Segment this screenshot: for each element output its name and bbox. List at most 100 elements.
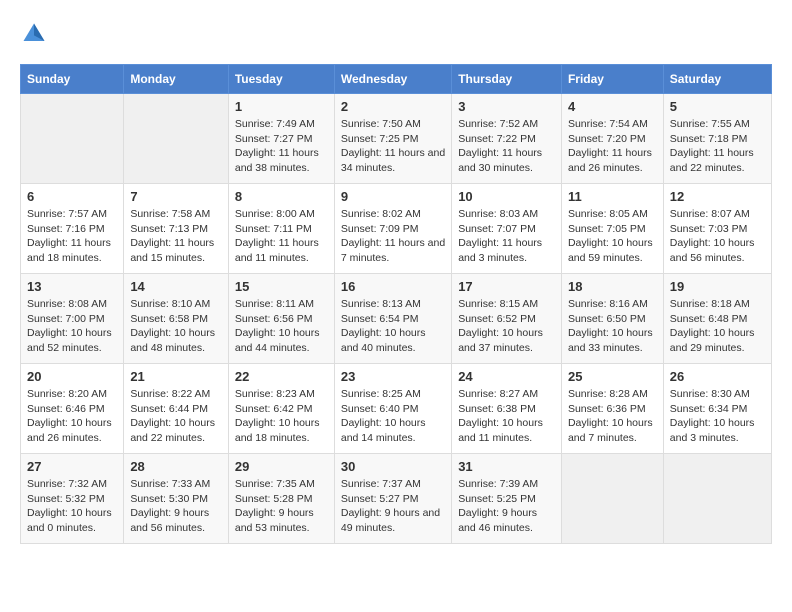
- day-number: 28: [130, 459, 222, 474]
- day-info: Sunrise: 8:10 AM Sunset: 6:58 PM Dayligh…: [130, 297, 222, 356]
- day-info: Sunrise: 7:57 AM Sunset: 7:16 PM Dayligh…: [27, 207, 117, 266]
- calendar-cell: 24 Sunrise: 8:27 AM Sunset: 6:38 PM Dayl…: [452, 364, 562, 454]
- calendar-cell: 23 Sunrise: 8:25 AM Sunset: 6:40 PM Dayl…: [334, 364, 451, 454]
- day-info: Sunrise: 8:11 AM Sunset: 6:56 PM Dayligh…: [235, 297, 328, 356]
- calendar-cell: [124, 94, 229, 184]
- day-info: Sunrise: 8:05 AM Sunset: 7:05 PM Dayligh…: [568, 207, 657, 266]
- calendar-cell: 26 Sunrise: 8:30 AM Sunset: 6:34 PM Dayl…: [663, 364, 771, 454]
- day-info: Sunrise: 8:03 AM Sunset: 7:07 PM Dayligh…: [458, 207, 555, 266]
- day-number: 27: [27, 459, 117, 474]
- calendar-cell: [561, 454, 663, 544]
- calendar-cell: [663, 454, 771, 544]
- day-number: 6: [27, 189, 117, 204]
- day-number: 25: [568, 369, 657, 384]
- day-info: Sunrise: 8:08 AM Sunset: 7:00 PM Dayligh…: [27, 297, 117, 356]
- day-number: 7: [130, 189, 222, 204]
- calendar-cell: 9 Sunrise: 8:02 AM Sunset: 7:09 PM Dayli…: [334, 184, 451, 274]
- day-info: Sunrise: 7:49 AM Sunset: 7:27 PM Dayligh…: [235, 117, 328, 176]
- day-info: Sunrise: 8:30 AM Sunset: 6:34 PM Dayligh…: [670, 387, 765, 446]
- day-number: 29: [235, 459, 328, 474]
- calendar-cell: 28 Sunrise: 7:33 AM Sunset: 5:30 PM Dayl…: [124, 454, 229, 544]
- day-number: 10: [458, 189, 555, 204]
- calendar-table: SundayMondayTuesdayWednesdayThursdayFrid…: [20, 64, 772, 544]
- calendar-cell: 17 Sunrise: 8:15 AM Sunset: 6:52 PM Dayl…: [452, 274, 562, 364]
- calendar-cell: 22 Sunrise: 8:23 AM Sunset: 6:42 PM Dayl…: [228, 364, 334, 454]
- weekday-row: SundayMondayTuesdayWednesdayThursdayFrid…: [21, 65, 772, 94]
- calendar-cell: 27 Sunrise: 7:32 AM Sunset: 5:32 PM Dayl…: [21, 454, 124, 544]
- calendar-week-row: 20 Sunrise: 8:20 AM Sunset: 6:46 PM Dayl…: [21, 364, 772, 454]
- calendar-week-row: 6 Sunrise: 7:57 AM Sunset: 7:16 PM Dayli…: [21, 184, 772, 274]
- day-number: 22: [235, 369, 328, 384]
- calendar-week-row: 27 Sunrise: 7:32 AM Sunset: 5:32 PM Dayl…: [21, 454, 772, 544]
- calendar-cell: 30 Sunrise: 7:37 AM Sunset: 5:27 PM Dayl…: [334, 454, 451, 544]
- calendar-cell: 31 Sunrise: 7:39 AM Sunset: 5:25 PM Dayl…: [452, 454, 562, 544]
- day-number: 30: [341, 459, 445, 474]
- calendar-cell: 7 Sunrise: 7:58 AM Sunset: 7:13 PM Dayli…: [124, 184, 229, 274]
- day-info: Sunrise: 8:27 AM Sunset: 6:38 PM Dayligh…: [458, 387, 555, 446]
- calendar-cell: 11 Sunrise: 8:05 AM Sunset: 7:05 PM Dayl…: [561, 184, 663, 274]
- weekday-header: Monday: [124, 65, 229, 94]
- calendar-cell: 20 Sunrise: 8:20 AM Sunset: 6:46 PM Dayl…: [21, 364, 124, 454]
- calendar-cell: 12 Sunrise: 8:07 AM Sunset: 7:03 PM Dayl…: [663, 184, 771, 274]
- calendar-cell: 6 Sunrise: 7:57 AM Sunset: 7:16 PM Dayli…: [21, 184, 124, 274]
- day-number: 23: [341, 369, 445, 384]
- day-info: Sunrise: 7:55 AM Sunset: 7:18 PM Dayligh…: [670, 117, 765, 176]
- day-info: Sunrise: 8:28 AM Sunset: 6:36 PM Dayligh…: [568, 387, 657, 446]
- day-number: 1: [235, 99, 328, 114]
- day-info: Sunrise: 7:39 AM Sunset: 5:25 PM Dayligh…: [458, 477, 555, 536]
- day-number: 9: [341, 189, 445, 204]
- weekday-header: Saturday: [663, 65, 771, 94]
- calendar-cell: 18 Sunrise: 8:16 AM Sunset: 6:50 PM Dayl…: [561, 274, 663, 364]
- day-number: 11: [568, 189, 657, 204]
- logo: [20, 20, 52, 48]
- day-number: 24: [458, 369, 555, 384]
- weekday-header: Thursday: [452, 65, 562, 94]
- calendar-cell: 8 Sunrise: 8:00 AM Sunset: 7:11 PM Dayli…: [228, 184, 334, 274]
- day-number: 17: [458, 279, 555, 294]
- day-number: 8: [235, 189, 328, 204]
- weekday-header: Tuesday: [228, 65, 334, 94]
- weekday-header: Friday: [561, 65, 663, 94]
- day-number: 20: [27, 369, 117, 384]
- day-info: Sunrise: 8:20 AM Sunset: 6:46 PM Dayligh…: [27, 387, 117, 446]
- calendar-cell: 1 Sunrise: 7:49 AM Sunset: 7:27 PM Dayli…: [228, 94, 334, 184]
- day-number: 3: [458, 99, 555, 114]
- weekday-header: Wednesday: [334, 65, 451, 94]
- day-info: Sunrise: 8:07 AM Sunset: 7:03 PM Dayligh…: [670, 207, 765, 266]
- day-info: Sunrise: 7:32 AM Sunset: 5:32 PM Dayligh…: [27, 477, 117, 536]
- day-number: 31: [458, 459, 555, 474]
- calendar-cell: 10 Sunrise: 8:03 AM Sunset: 7:07 PM Dayl…: [452, 184, 562, 274]
- page-header: [20, 20, 772, 48]
- day-number: 16: [341, 279, 445, 294]
- weekday-header: Sunday: [21, 65, 124, 94]
- day-number: 12: [670, 189, 765, 204]
- day-info: Sunrise: 8:02 AM Sunset: 7:09 PM Dayligh…: [341, 207, 445, 266]
- calendar-cell: 14 Sunrise: 8:10 AM Sunset: 6:58 PM Dayl…: [124, 274, 229, 364]
- calendar-cell: 5 Sunrise: 7:55 AM Sunset: 7:18 PM Dayli…: [663, 94, 771, 184]
- day-number: 18: [568, 279, 657, 294]
- calendar-cell: 15 Sunrise: 8:11 AM Sunset: 6:56 PM Dayl…: [228, 274, 334, 364]
- calendar-cell: 25 Sunrise: 8:28 AM Sunset: 6:36 PM Dayl…: [561, 364, 663, 454]
- day-number: 5: [670, 99, 765, 114]
- day-info: Sunrise: 8:15 AM Sunset: 6:52 PM Dayligh…: [458, 297, 555, 356]
- day-info: Sunrise: 7:52 AM Sunset: 7:22 PM Dayligh…: [458, 117, 555, 176]
- logo-icon: [20, 20, 48, 48]
- calendar-body: 1 Sunrise: 7:49 AM Sunset: 7:27 PM Dayli…: [21, 94, 772, 544]
- day-number: 26: [670, 369, 765, 384]
- calendar-cell: 2 Sunrise: 7:50 AM Sunset: 7:25 PM Dayli…: [334, 94, 451, 184]
- day-info: Sunrise: 7:37 AM Sunset: 5:27 PM Dayligh…: [341, 477, 445, 536]
- calendar-header: SundayMondayTuesdayWednesdayThursdayFrid…: [21, 65, 772, 94]
- day-number: 4: [568, 99, 657, 114]
- day-info: Sunrise: 7:50 AM Sunset: 7:25 PM Dayligh…: [341, 117, 445, 176]
- calendar-cell: 16 Sunrise: 8:13 AM Sunset: 6:54 PM Dayl…: [334, 274, 451, 364]
- day-info: Sunrise: 7:54 AM Sunset: 7:20 PM Dayligh…: [568, 117, 657, 176]
- day-info: Sunrise: 8:22 AM Sunset: 6:44 PM Dayligh…: [130, 387, 222, 446]
- day-info: Sunrise: 8:16 AM Sunset: 6:50 PM Dayligh…: [568, 297, 657, 356]
- day-info: Sunrise: 7:35 AM Sunset: 5:28 PM Dayligh…: [235, 477, 328, 536]
- calendar-week-row: 1 Sunrise: 7:49 AM Sunset: 7:27 PM Dayli…: [21, 94, 772, 184]
- calendar-week-row: 13 Sunrise: 8:08 AM Sunset: 7:00 PM Dayl…: [21, 274, 772, 364]
- calendar-cell: 29 Sunrise: 7:35 AM Sunset: 5:28 PM Dayl…: [228, 454, 334, 544]
- day-number: 14: [130, 279, 222, 294]
- calendar-cell: 4 Sunrise: 7:54 AM Sunset: 7:20 PM Dayli…: [561, 94, 663, 184]
- calendar-cell: [21, 94, 124, 184]
